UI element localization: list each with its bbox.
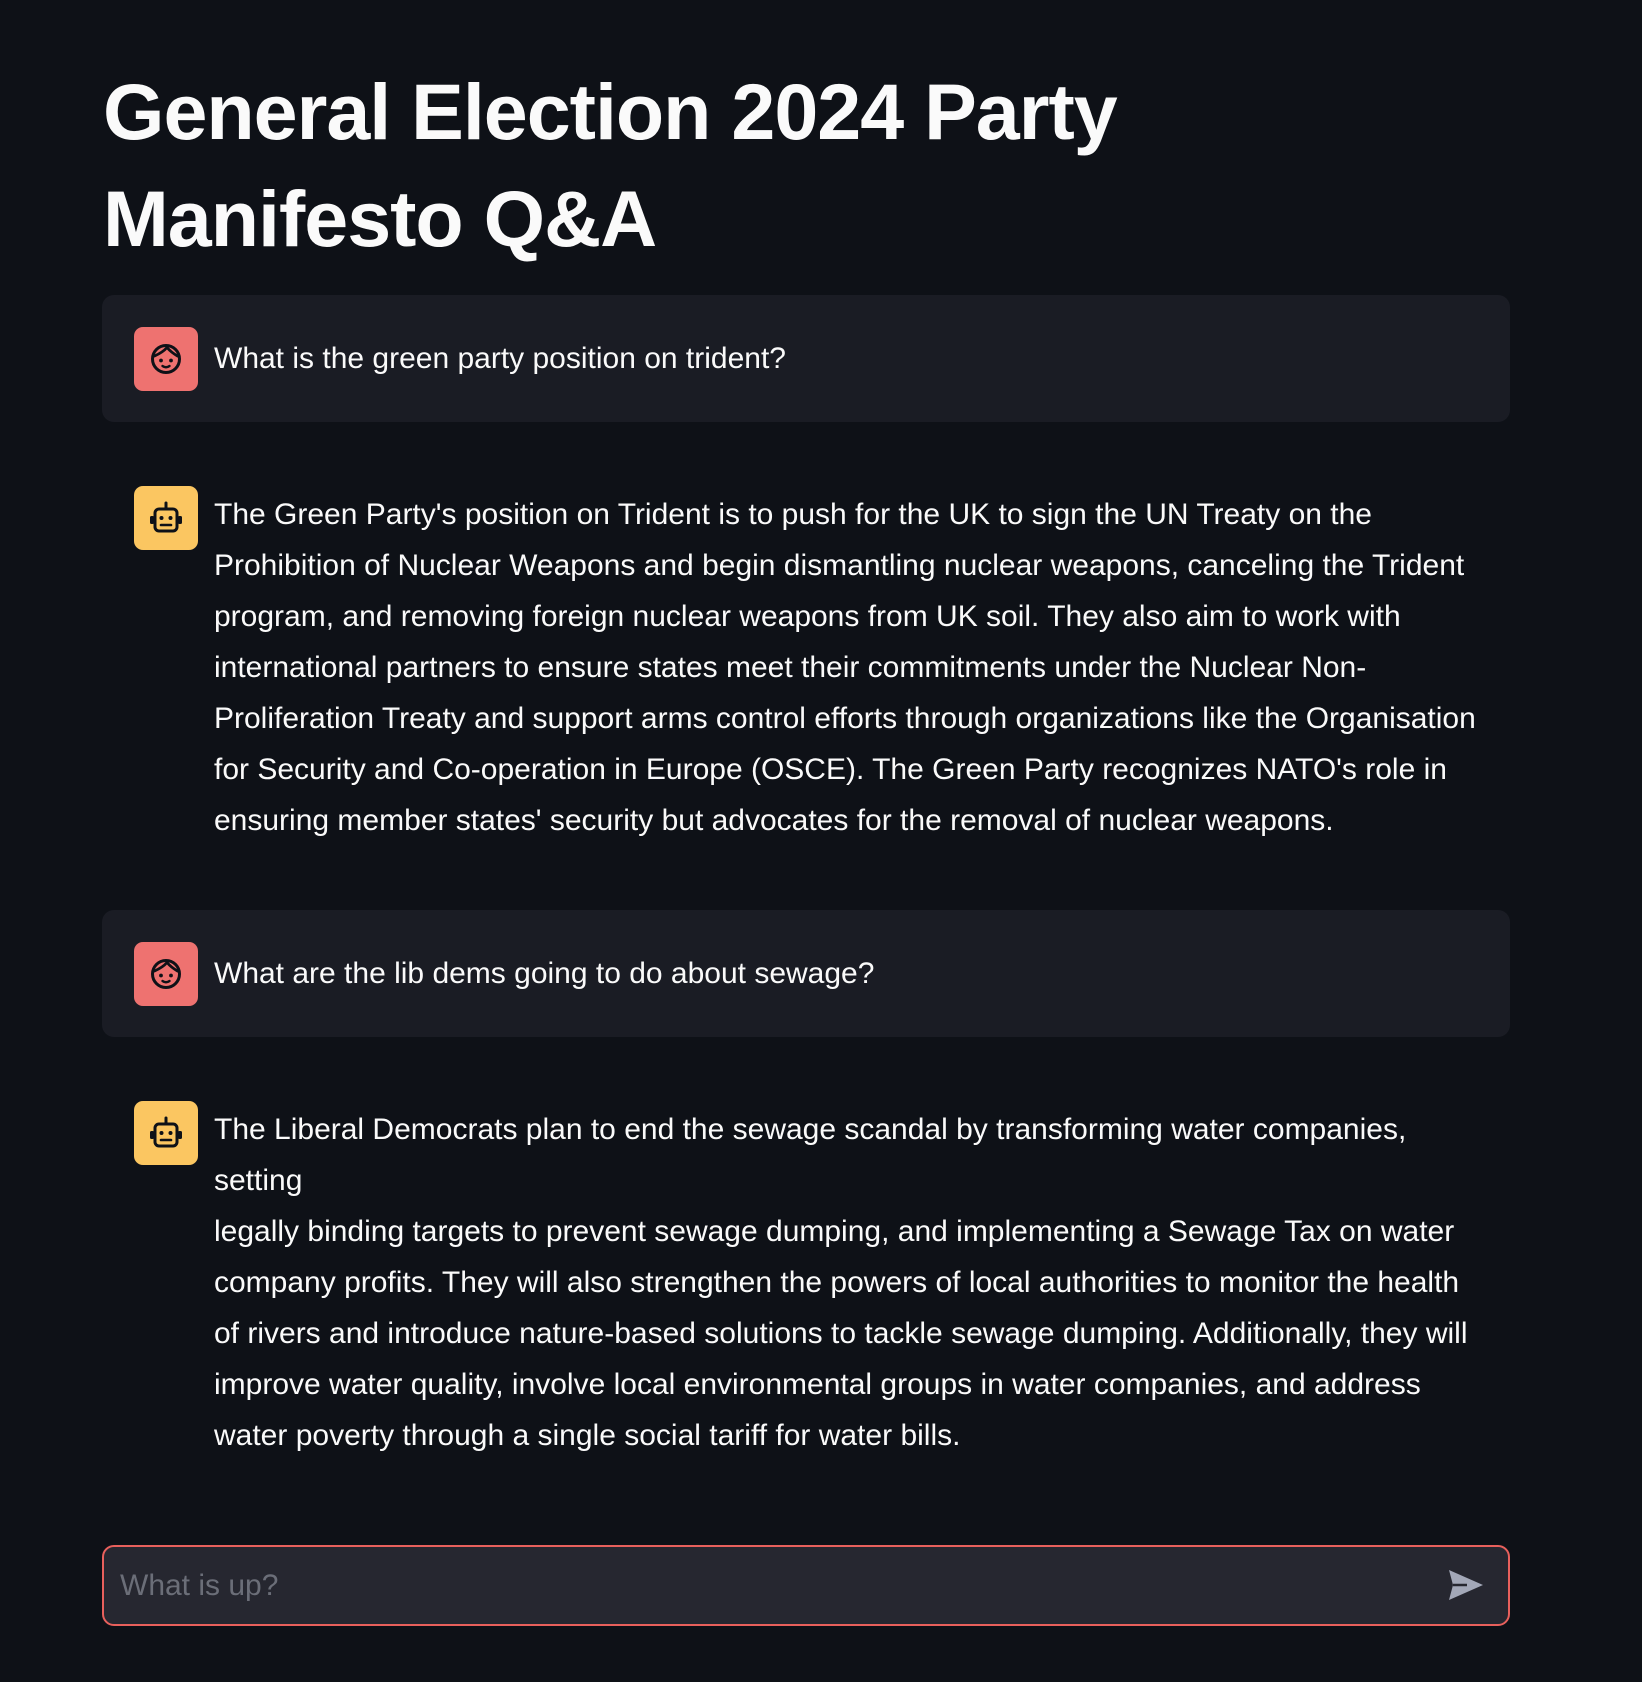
chat-message-user: What is the green party position on trid… [102, 295, 1510, 422]
chat-input-container [102, 1545, 1510, 1626]
message-text: What is the green party position on trid… [214, 342, 786, 375]
user-avatar [134, 942, 198, 1006]
app-page: General Election 2024 Party Manifesto Q&… [0, 0, 1642, 1682]
chat-input[interactable] [120, 1547, 1420, 1624]
message-text: The Green Party's position on Trident is… [214, 498, 1476, 837]
page-title: General Election 2024 Party Manifesto Q&… [103, 67, 1118, 263]
assistant-avatar [134, 486, 198, 550]
send-button[interactable] [1444, 1565, 1488, 1605]
chat-message-assistant: The Green Party's position on Trident is… [102, 454, 1510, 854]
robot-icon [150, 1116, 182, 1148]
chat-message-assistant: The Liberal Democrats plan to end the se… [102, 1069, 1510, 1452]
user-face-icon [151, 344, 181, 374]
user-face-icon [151, 959, 181, 989]
message-text: The Liberal Democrats plan to end the se… [214, 1113, 1468, 1452]
robot-icon [150, 501, 182, 533]
message-text: What are the lib dems going to do about … [214, 957, 875, 990]
chat-message-user: What are the lib dems going to do about … [102, 910, 1510, 1037]
assistant-avatar [134, 1101, 198, 1165]
send-icon [1449, 1570, 1483, 1600]
user-avatar [134, 327, 198, 391]
